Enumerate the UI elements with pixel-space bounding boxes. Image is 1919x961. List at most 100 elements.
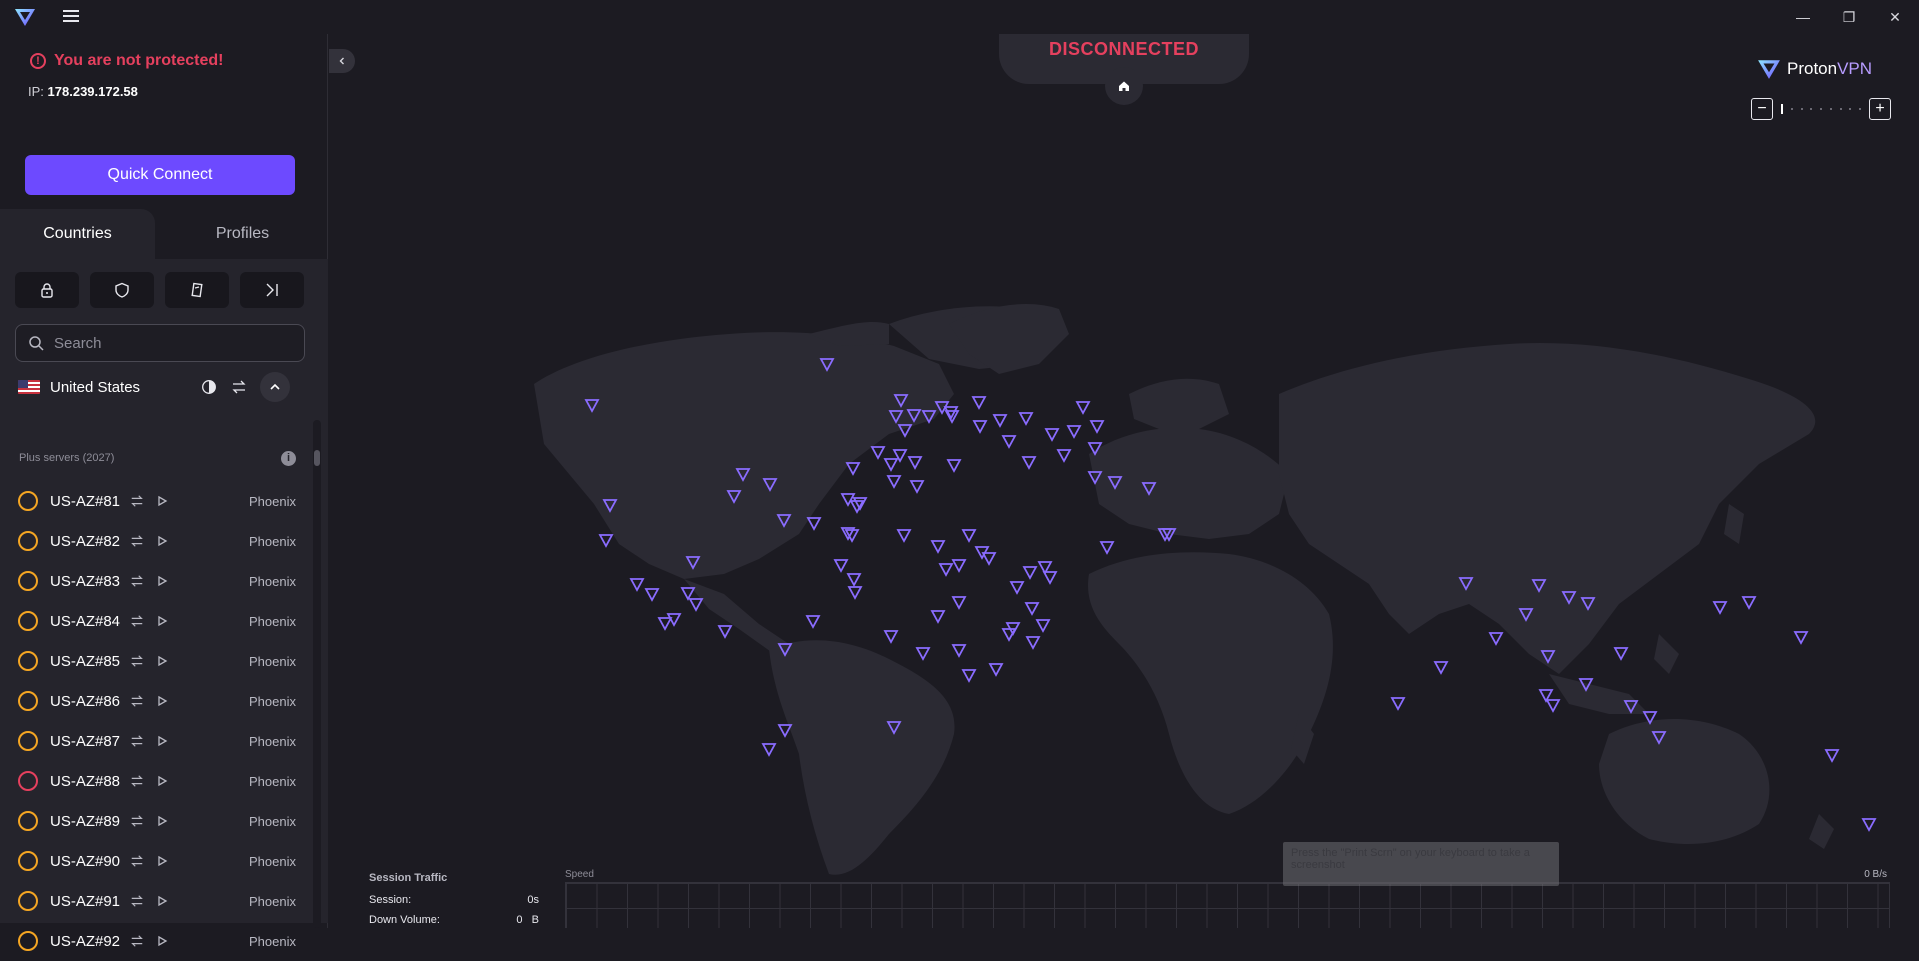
server-marker-icon[interactable] <box>896 529 912 543</box>
play-icon[interactable] <box>156 655 168 667</box>
streaming-filter-button[interactable] <box>165 272 229 308</box>
server-marker-icon[interactable] <box>1035 619 1051 633</box>
play-icon[interactable] <box>156 935 168 947</box>
server-marker-icon[interactable] <box>883 630 899 644</box>
tab-countries[interactable]: Countries <box>0 209 155 259</box>
server-row[interactable]: US-AZ#90 Phoenix <box>0 841 312 881</box>
server-row[interactable]: US-AZ#91 Phoenix <box>0 881 312 921</box>
server-marker-icon[interactable] <box>1741 596 1757 610</box>
server-marker-icon[interactable] <box>629 578 645 592</box>
server-marker-icon[interactable] <box>833 559 849 573</box>
play-icon[interactable] <box>156 735 168 747</box>
zoom-slider[interactable] <box>1777 104 1865 114</box>
server-marker-icon[interactable] <box>961 669 977 683</box>
play-icon[interactable] <box>156 775 168 787</box>
server-row[interactable]: US-AZ#88 Phoenix <box>0 761 312 801</box>
server-marker-icon[interactable] <box>1488 632 1504 646</box>
server-row[interactable]: US-AZ#84 Phoenix <box>0 601 312 641</box>
server-marker-icon[interactable] <box>988 663 1004 677</box>
server-marker-icon[interactable] <box>909 480 925 494</box>
play-icon[interactable] <box>156 615 168 627</box>
server-marker-icon[interactable] <box>852 497 868 511</box>
server-marker-icon[interactable] <box>644 588 660 602</box>
server-marker-icon[interactable] <box>717 625 733 639</box>
server-marker-icon[interactable] <box>847 586 863 600</box>
server-marker-icon[interactable] <box>992 414 1008 428</box>
country-row-united-states[interactable]: United States <box>0 368 316 406</box>
server-marker-icon[interactable] <box>1001 435 1017 449</box>
server-row[interactable]: US-AZ#89 Phoenix <box>0 801 312 841</box>
server-marker-icon[interactable] <box>657 617 673 631</box>
server-marker-icon[interactable] <box>805 615 821 629</box>
server-marker-icon[interactable] <box>1018 412 1034 426</box>
p2p-filter-button[interactable] <box>240 272 304 308</box>
server-marker-icon[interactable] <box>598 534 614 548</box>
server-marker-icon[interactable] <box>930 540 946 554</box>
server-row[interactable]: US-AZ#83 Phoenix <box>0 561 312 601</box>
server-marker-icon[interactable] <box>1056 449 1072 463</box>
server-marker-icon[interactable] <box>1545 699 1561 713</box>
play-icon[interactable] <box>156 855 168 867</box>
server-marker-icon[interactable] <box>1075 401 1091 415</box>
collapse-country-button[interactable] <box>260 372 290 402</box>
server-marker-icon[interactable] <box>1044 428 1060 442</box>
server-marker-icon[interactable] <box>938 563 954 577</box>
server-marker-icon[interactable] <box>1024 602 1040 616</box>
server-marker-icon[interactable] <box>806 517 822 531</box>
server-row[interactable]: US-AZ#86 Phoenix <box>0 681 312 721</box>
tor-icon[interactable] <box>200 378 218 396</box>
world-map[interactable] <box>329 34 1919 894</box>
minimize-button[interactable]: — <box>1780 0 1826 34</box>
netshield-filter-button[interactable] <box>90 272 154 308</box>
server-row[interactable]: US-AZ#87 Phoenix <box>0 721 312 761</box>
server-marker-icon[interactable] <box>1089 420 1105 434</box>
server-marker-icon[interactable] <box>1793 631 1809 645</box>
restore-button[interactable]: ❐ <box>1826 0 1872 34</box>
play-icon[interactable] <box>156 495 168 507</box>
server-marker-icon[interactable] <box>1712 601 1728 615</box>
server-marker-icon[interactable] <box>961 529 977 543</box>
hamburger-menu-icon[interactable] <box>60 7 82 27</box>
server-marker-icon[interactable] <box>1022 566 1038 580</box>
secure-core-filter-button[interactable] <box>15 272 79 308</box>
collapse-sidebar-button[interactable] <box>329 49 355 73</box>
server-marker-icon[interactable] <box>1009 581 1025 595</box>
server-marker-icon[interactable] <box>907 456 923 470</box>
server-marker-icon[interactable] <box>680 587 696 601</box>
server-marker-icon[interactable] <box>1099 541 1115 555</box>
server-marker-icon[interactable] <box>1021 456 1037 470</box>
server-marker-icon[interactable] <box>951 596 967 610</box>
server-marker-icon[interactable] <box>915 647 931 661</box>
server-marker-icon[interactable] <box>886 475 902 489</box>
scrollbar-thumb[interactable] <box>314 450 320 466</box>
search-input[interactable] <box>54 334 284 352</box>
server-row[interactable]: US-AZ#92 Phoenix <box>0 921 312 961</box>
server-row[interactable]: US-AZ#82 Phoenix <box>0 521 312 561</box>
server-marker-icon[interactable] <box>951 644 967 658</box>
server-marker-icon[interactable] <box>1613 647 1629 661</box>
close-button[interactable]: ✕ <box>1872 0 1918 34</box>
server-row[interactable]: US-AZ#85 Phoenix <box>0 641 312 681</box>
scrollbar[interactable] <box>313 420 321 928</box>
server-marker-icon[interactable] <box>846 573 862 587</box>
server-marker-icon[interactable] <box>1824 749 1840 763</box>
play-icon[interactable] <box>156 895 168 907</box>
server-marker-icon[interactable] <box>1390 697 1406 711</box>
server-marker-icon[interactable] <box>971 396 987 410</box>
server-marker-icon[interactable] <box>1042 571 1058 585</box>
zoom-out-button[interactable]: − <box>1751 98 1773 120</box>
server-marker-icon[interactable] <box>870 446 886 460</box>
server-marker-icon[interactable] <box>761 743 777 757</box>
play-icon[interactable] <box>156 695 168 707</box>
server-marker-icon[interactable] <box>1066 425 1082 439</box>
server-marker-icon[interactable] <box>688 598 704 612</box>
tab-profiles[interactable]: Profiles <box>165 209 320 259</box>
server-marker-icon[interactable] <box>972 420 988 434</box>
server-marker-icon[interactable] <box>777 724 793 738</box>
zoom-in-button[interactable]: + <box>1869 98 1891 120</box>
play-icon[interactable] <box>156 575 168 587</box>
server-row[interactable]: US-AZ#81 Phoenix <box>0 481 312 521</box>
server-marker-icon[interactable] <box>1861 818 1877 832</box>
server-marker-icon[interactable] <box>1025 636 1041 650</box>
server-marker-icon[interactable] <box>930 610 946 624</box>
